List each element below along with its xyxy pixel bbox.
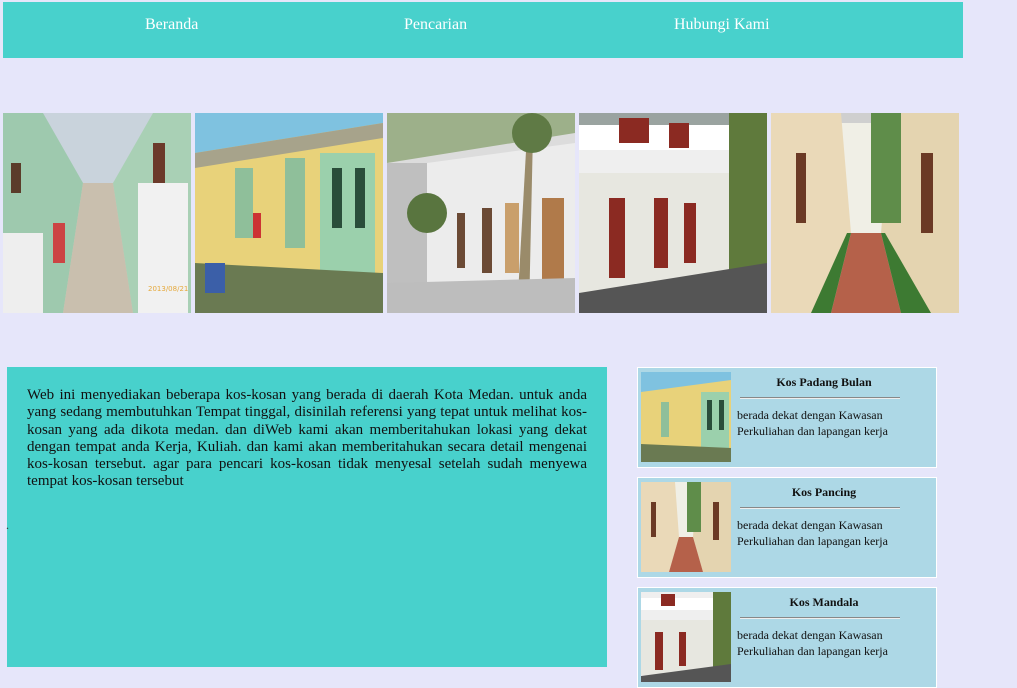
listing-title[interactable]: Kos Padang Bulan (736, 375, 912, 390)
photo-gallery: 2013/08/21 (3, 113, 963, 313)
divider (740, 617, 900, 619)
listing-card-kos-padang-bulan[interactable]: Kos Padang Bulan berada dekat dengan Kaw… (637, 367, 937, 468)
listing-description: berada dekat dengan Kawasan Perkuliahan … (737, 518, 888, 548)
gallery-image-garden-path (771, 113, 959, 313)
listing-description: berada dekat dengan Kawasan Perkuliahan … (737, 628, 888, 658)
listing-description: berada dekat dengan Kawasan Perkuliahan … (737, 408, 888, 438)
top-nav-bar: Beranda Pencarian Hubungi Kami (3, 2, 963, 58)
listing-card-kos-mandala[interactable]: Kos Mandala berada dekat dengan Kawasan … (637, 587, 937, 688)
gallery-image-rooms (195, 113, 383, 313)
divider (740, 507, 900, 509)
stray-mark: . (6, 518, 9, 532)
svg-text:2013/08/21: 2013/08/21 (148, 285, 188, 293)
description-panel: Web ini menyediakan beberapa kos-kosan y… (7, 367, 607, 667)
gallery-image-corridor: 2013/08/21 (3, 113, 191, 313)
listing-thumbnail[interactable] (641, 372, 731, 462)
nav-link-hubungi-kami[interactable]: Hubungi Kami (674, 16, 770, 34)
listing-title[interactable]: Kos Mandala (736, 595, 912, 610)
nav-link-pencarian[interactable]: Pencarian (404, 16, 467, 34)
listing-thumbnail[interactable] (641, 482, 731, 572)
divider (740, 397, 900, 399)
description-text: Web ini menyediakan beberapa kos-kosan y… (27, 387, 587, 490)
gallery-image-balcony (579, 113, 767, 313)
nav-link-beranda[interactable]: Beranda (145, 16, 198, 34)
gallery-image-building (387, 113, 575, 313)
listing-title[interactable]: Kos Pancing (736, 485, 912, 500)
listing-card-kos-pancing[interactable]: Kos Pancing berada dekat dengan Kawasan … (637, 477, 937, 578)
listing-thumbnail[interactable] (641, 592, 731, 682)
